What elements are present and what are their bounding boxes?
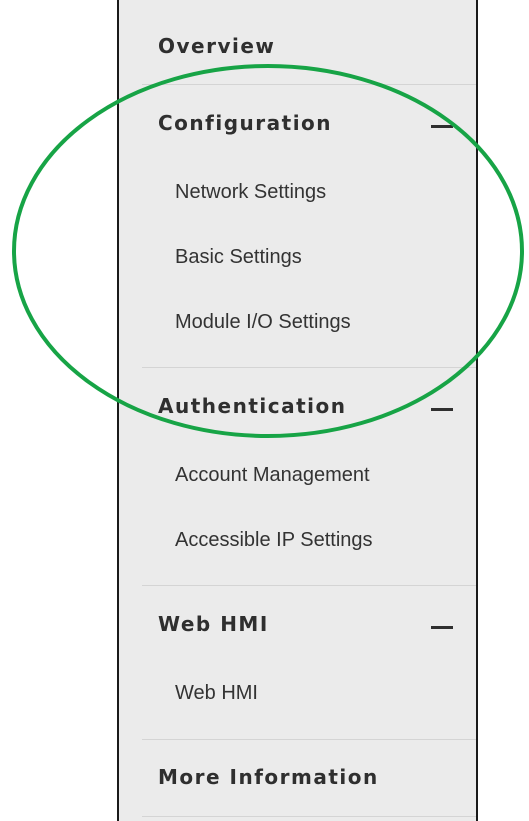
divider [142, 585, 476, 586]
section-title-web-hmi: Web HMI [158, 612, 269, 636]
divider [142, 367, 476, 368]
nav-section-authentication[interactable]: Authentication [119, 386, 476, 426]
divider [142, 816, 476, 817]
nav-item-account-management[interactable]: Account Management [119, 455, 476, 495]
collapse-icon[interactable] [431, 125, 453, 128]
nav-item-label: Network Settings [175, 180, 327, 203]
section-title-authentication: Authentication [158, 394, 347, 418]
section-title-configuration: Configuration [158, 111, 333, 135]
nav-item-label: Module I/O Settings [175, 310, 351, 333]
collapse-icon[interactable] [431, 408, 453, 411]
nav-more-information-label: More Information [158, 765, 379, 789]
divider [142, 84, 476, 85]
sidebar-nav: Overview Configuration Network Settings … [117, 0, 478, 821]
nav-item-accessible-ip-settings[interactable]: Accessible IP Settings [119, 520, 476, 560]
collapse-icon[interactable] [431, 626, 453, 629]
nav-item-label: Web HMI [175, 681, 258, 704]
nav-overview-label: Overview [158, 34, 276, 58]
nav-section-configuration[interactable]: Configuration [119, 103, 476, 143]
nav-item-label: Basic Settings [175, 245, 302, 268]
nav-item-label: Account Management [175, 463, 370, 486]
nav-item-basic-settings[interactable]: Basic Settings [119, 237, 476, 277]
divider [142, 739, 476, 740]
nav-more-information[interactable]: More Information [119, 757, 476, 797]
nav-section-web-hmi[interactable]: Web HMI [119, 604, 476, 644]
nav-item-label: Accessible IP Settings [175, 528, 373, 551]
nav-item-web-hmi[interactable]: Web HMI [119, 673, 476, 713]
nav-item-network-settings[interactable]: Network Settings [119, 172, 476, 212]
nav-overview[interactable]: Overview [119, 26, 476, 66]
nav-item-module-io-settings[interactable]: Module I/O Settings [119, 302, 476, 342]
